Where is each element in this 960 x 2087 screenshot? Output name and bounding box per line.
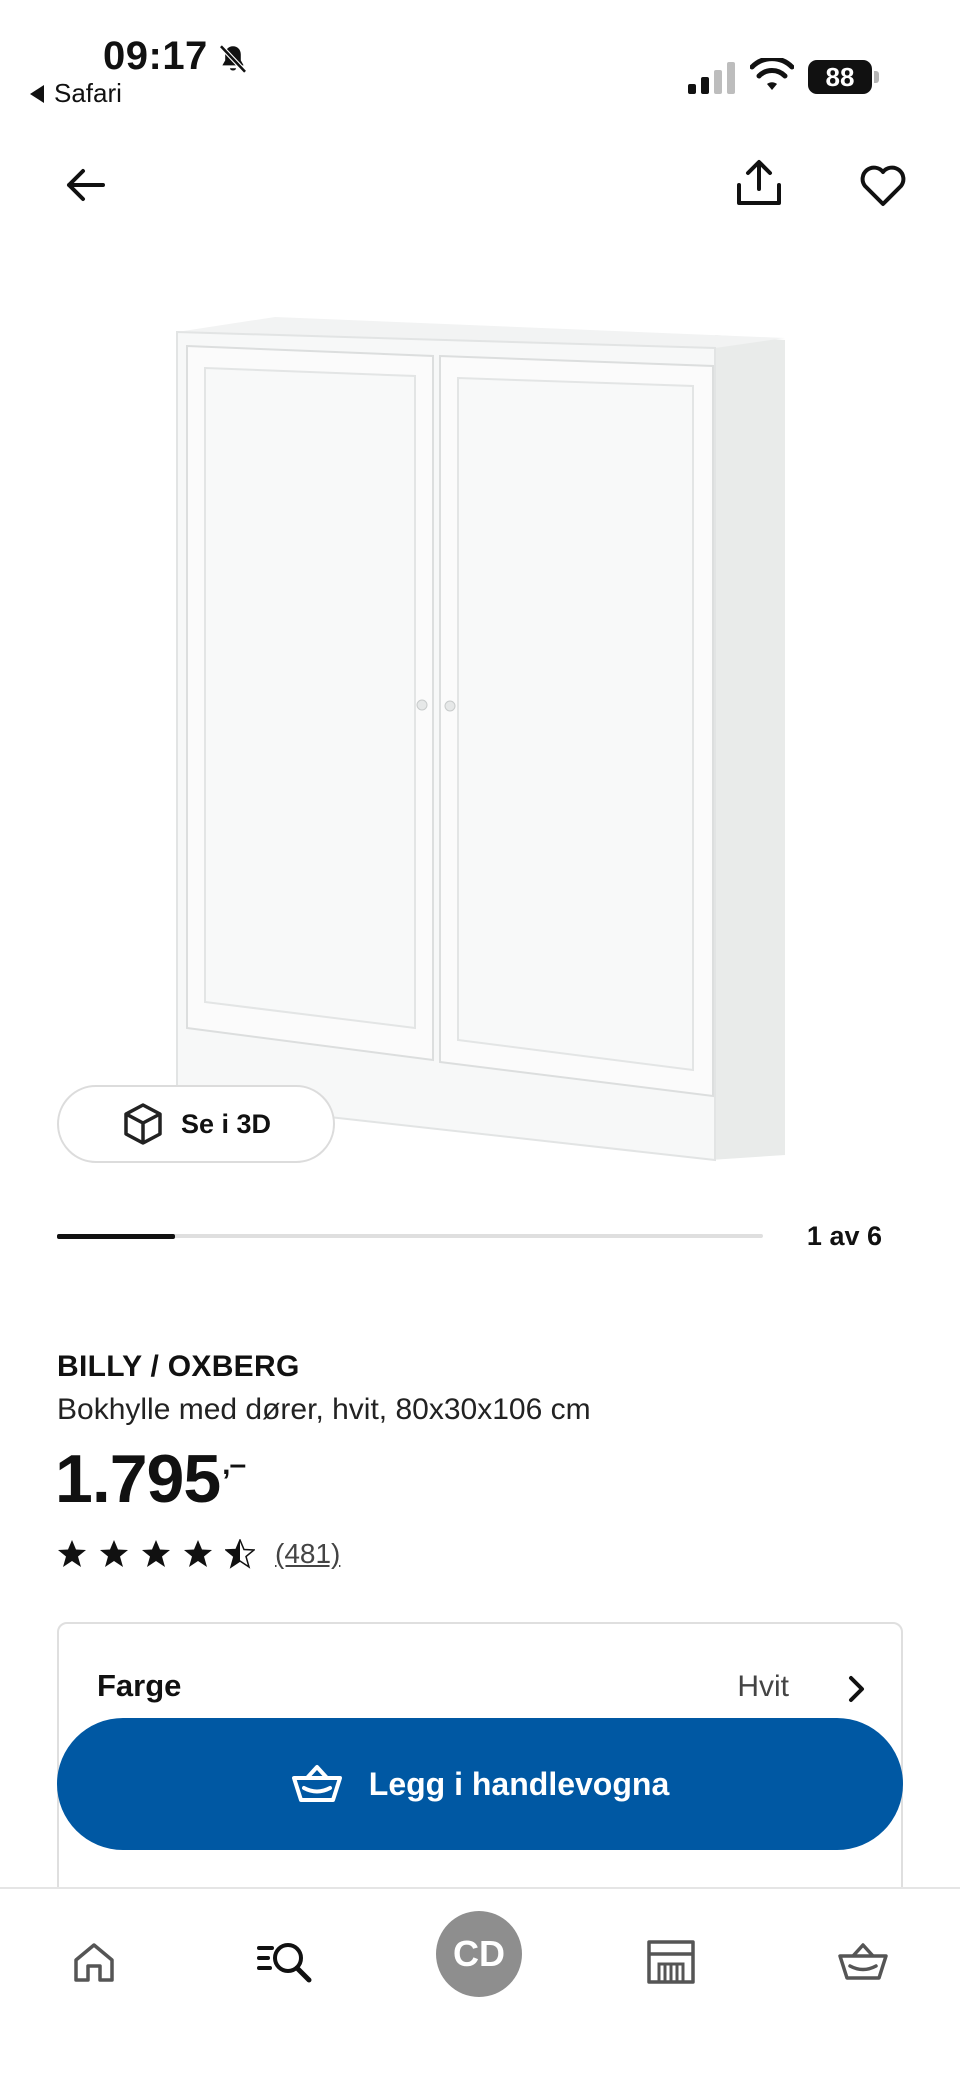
battery-indicator: 88 [808,60,880,94]
search-icon [257,1943,312,1983]
battery-cap [874,71,879,83]
status-time: 09:17 [103,34,208,78]
product-rating[interactable]: (481) [57,1536,340,1572]
wifi-icon [750,58,794,90]
bell-muted-icon [219,44,247,74]
star-full-icon [100,1540,128,1567]
arrow-left-icon [67,169,105,201]
add-to-cart-button[interactable]: Legg i handlevogna [57,1718,903,1850]
view-in-3d-button[interactable]: Se i 3D [57,1085,335,1163]
view-in-3d-label: Se i 3D [180,1108,272,1139]
gallery-counter: 1 av 6 [806,1221,882,1251]
tab-cart[interactable] [828,1927,898,1997]
gallery-progress-track [57,1234,763,1239]
cellular-signal-icon [688,62,735,94]
tab-search[interactable] [250,1927,320,1997]
tab-home[interactable] [59,1927,129,1997]
chevron-right-icon [849,1676,864,1702]
heart-icon [860,165,906,206]
shopping-basket-icon [291,1765,342,1802]
favorite-button[interactable] [853,156,913,216]
price-cents: ,– [222,1448,246,1481]
star-full-icon [184,1540,212,1567]
star-full-icon [58,1540,86,1567]
product-image[interactable] [165,300,800,1170]
profile-avatar[interactable]: CD [436,1911,522,1997]
store-icon [647,1940,695,1984]
color-option-value: Hvit [737,1670,789,1703]
cart-icon [838,1943,888,1980]
product-name: BILLY / OXBERG [57,1350,300,1383]
rating-stars [57,1539,267,1569]
back-button[interactable] [55,155,115,215]
review-count-link[interactable]: (481) [275,1538,340,1570]
back-app-label: Safari [54,78,122,108]
gallery-progress-fill [57,1234,175,1239]
product-price: 1.795,– [55,1440,246,1518]
share-icon [737,160,781,205]
battery-level: 88 [808,60,872,94]
price-whole: 1.795 [55,1441,221,1517]
bottom-navigation: CD [0,1887,960,2087]
product-description: Bokhylle med dører, hvit, 80x30x106 cm [57,1393,591,1426]
cube-3d-icon [124,1103,162,1145]
star-half-icon [225,1539,255,1569]
add-to-cart-label: Legg i handlevogna [368,1765,670,1802]
top-navigation [0,150,960,220]
star-full-icon [142,1540,170,1567]
tab-stores[interactable] [636,1927,706,1997]
back-to-app[interactable]: Safari [30,78,122,109]
share-button[interactable] [729,153,789,213]
color-option-label: Farge [97,1668,182,1703]
home-icon [74,1943,114,1982]
status-bar: 09:17 Safari 88 [0,0,960,120]
back-triangle-icon [30,84,44,103]
